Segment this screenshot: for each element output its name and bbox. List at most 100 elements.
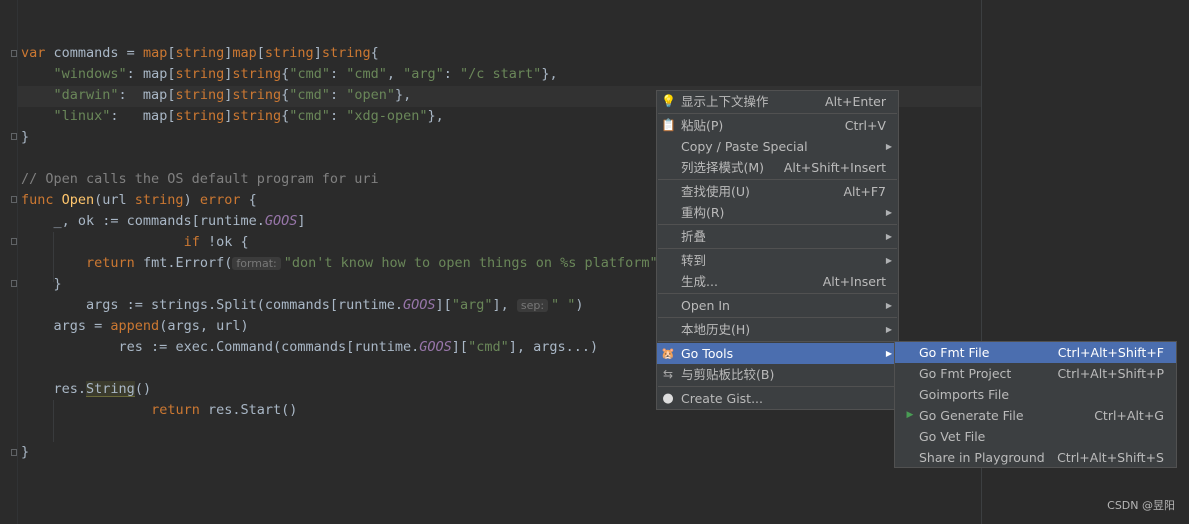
menu-item-shortcut: Ctrl+Alt+Shift+F xyxy=(1057,345,1164,360)
code-line[interactable]: _, ok := commands[runtime.GOOS] xyxy=(54,211,306,232)
code-line[interactable]: return fmt.Errorf(format: "don't know how… xyxy=(86,253,666,274)
code-token: "arg" xyxy=(403,66,444,82)
code-line[interactable]: "linux": map[string]string{"cmd": "xdg-o… xyxy=(54,106,444,127)
code-token: GOOS xyxy=(403,297,436,313)
code-token: return xyxy=(151,402,200,418)
code-line[interactable]: // Open calls the OS default program for… xyxy=(21,169,379,190)
menu-item-h[interactable]: 本地历史(H) ▶ xyxy=(657,319,898,340)
fold-marker-icon[interactable] xyxy=(11,280,17,287)
submenu-arrow-icon: ▶ xyxy=(885,349,892,358)
menu-item-open-in[interactable]: Open In ▶ xyxy=(657,295,898,316)
code-token: runtime. xyxy=(338,297,404,313)
menu-item-item-11[interactable]: 转到 ▶ xyxy=(657,250,898,271)
code-token: string xyxy=(175,66,225,82)
code-token: Open xyxy=(61,192,95,208)
code-line[interactable]: args := strings.Split(commands[runtime.G… xyxy=(86,295,584,316)
submenu-arrow-icon: ▶ xyxy=(885,142,892,151)
fold-marker-icon[interactable] xyxy=(11,449,17,456)
menu-item-item-9[interactable]: 折叠 ▶ xyxy=(657,226,898,247)
menu-item-shortcut: Alt+Enter xyxy=(825,94,886,109)
menu-item-item-0[interactable]: 💡 显示上下文操作 Alt+Enter xyxy=(657,91,898,112)
menu-item-m[interactable]: 列选择模式(M) Alt+Shift+Insert xyxy=(657,157,898,178)
code-line[interactable]: if !ok { xyxy=(184,232,249,253)
menu-item-label: 折叠 xyxy=(681,229,707,244)
fold-marker-icon[interactable] xyxy=(11,133,17,140)
menu-item-go-tools[interactable]: 🐹 Go Tools ▶ xyxy=(657,343,898,364)
code-token: [ xyxy=(256,45,265,61)
code-line[interactable]: args = append(args, url) xyxy=(54,316,249,337)
menu-item-label: Goimports File xyxy=(919,387,1010,402)
menu-item-label: 粘贴(P) xyxy=(681,118,724,133)
menu-separator xyxy=(658,341,897,342)
code-token: "cmd" xyxy=(289,108,330,124)
menu-item-label: 查找使用(U) xyxy=(681,184,750,199)
code-line[interactable]: "darwin": map[string]string{"cmd": "open… xyxy=(54,85,412,106)
gutter-divider xyxy=(17,0,18,524)
code-line[interactable]: return res.Start() xyxy=(151,400,297,421)
code-line[interactable]: } xyxy=(21,442,29,463)
code-line[interactable]: } xyxy=(54,274,62,295)
code-token: append xyxy=(110,318,160,334)
code-token: string xyxy=(232,108,282,124)
menu-item-goimports-file[interactable]: Goimports File xyxy=(895,384,1176,405)
code-line[interactable]: var commands = map[string]map[string]str… xyxy=(21,43,379,64)
submenu-arrow-icon: ▶ xyxy=(885,208,892,217)
menu-item-go-fmt-project[interactable]: Go Fmt Project Ctrl+Alt+Shift+P xyxy=(895,363,1176,384)
code-token: map xyxy=(142,66,168,82)
code-token: : xyxy=(329,87,347,103)
code-token: var xyxy=(21,45,46,61)
code-token: ) xyxy=(575,297,584,313)
code-token: "arg" xyxy=(451,297,493,313)
menu-item-share-in-playground[interactable]: Share in Playground Ctrl+Alt+Shift+S xyxy=(895,447,1176,468)
menu-separator xyxy=(658,317,897,318)
go-gopher-icon: 🐹 xyxy=(661,347,675,360)
menu-separator xyxy=(658,386,897,387)
menu-item-label: Create Gist... xyxy=(681,391,764,406)
code-token: fmt.Errorf( xyxy=(134,255,233,271)
code-token: runtime. xyxy=(354,339,420,355)
menu-item-create-gist[interactable]: ● Create Gist... xyxy=(657,388,898,409)
indent-guide xyxy=(53,400,54,442)
code-token: map xyxy=(232,45,257,61)
menu-item-go-fmt-file[interactable]: Go Fmt File Ctrl+Alt+Shift+F xyxy=(895,342,1176,363)
code-token: _, ok := commands[ xyxy=(53,213,200,229)
code-token: "don't know how to open things on %s pla… xyxy=(283,255,658,271)
code-token: } xyxy=(53,276,62,292)
menu-item-go-generate-file[interactable]: ▶ Go Generate File Ctrl+Alt+G xyxy=(895,405,1176,426)
code-token: ], args...) xyxy=(508,339,599,355)
code-token: : xyxy=(329,66,347,82)
code-token: " " xyxy=(551,297,576,313)
code-line[interactable]: res.String() xyxy=(54,379,151,400)
code-token: : map[ xyxy=(110,108,176,124)
submenu-arrow-icon: ▶ xyxy=(885,301,892,310)
code-line[interactable]: } xyxy=(21,127,29,148)
compare-clipboard-icon: ⇆ xyxy=(662,367,674,381)
code-line[interactable]: res := exec.Command(commands[runtime.GOO… xyxy=(119,337,599,358)
code-token: "open" xyxy=(346,87,395,103)
menu-item-go-vet-file[interactable]: Go Vet File xyxy=(895,426,1176,447)
menu-item-u[interactable]: 查找使用(U) Alt+F7 xyxy=(657,181,898,202)
code-token: GOOS xyxy=(264,213,298,229)
menu-item-p[interactable]: 📋 粘贴(P) Ctrl+V xyxy=(657,115,898,136)
code-token: { xyxy=(370,45,379,61)
menu-item-b[interactable]: ⇆ 与剪贴板比较(B) xyxy=(657,364,898,385)
code-token: string xyxy=(175,45,225,61)
menu-item-r[interactable]: 重构(R) ▶ xyxy=(657,202,898,223)
menu-separator xyxy=(658,224,897,225)
code-token: "xdg-open" xyxy=(346,108,428,124)
fold-marker-icon[interactable] xyxy=(11,50,17,57)
menu-item-shortcut: Alt+Insert xyxy=(822,274,886,289)
code-token: res := exec.Command(commands[ xyxy=(118,339,355,355)
fold-marker-icon[interactable] xyxy=(11,196,17,203)
fold-marker-icon[interactable] xyxy=(11,238,17,245)
context-menu: 💡 显示上下文操作 Alt+Enter 📋 粘贴(P) Ctrl+V Copy / Past… xyxy=(656,90,899,410)
code-line[interactable]: func Open(url string) error { xyxy=(21,190,257,211)
menu-item-copy-paste-special[interactable]: Copy / Paste Special ▶ xyxy=(657,136,898,157)
code-token: : xyxy=(126,66,143,82)
code-line[interactable]: "windows": map[string]string{"cmd": "cmd… xyxy=(54,64,558,85)
code-token: "cmd" xyxy=(346,66,387,82)
menu-item-shortcut: Ctrl+Alt+Shift+P xyxy=(1057,366,1164,381)
menu-item-label: 显示上下文操作 xyxy=(681,94,769,109)
code-token: return xyxy=(86,255,135,271)
menu-item-item-12[interactable]: 生成... Alt+Insert xyxy=(657,271,898,292)
